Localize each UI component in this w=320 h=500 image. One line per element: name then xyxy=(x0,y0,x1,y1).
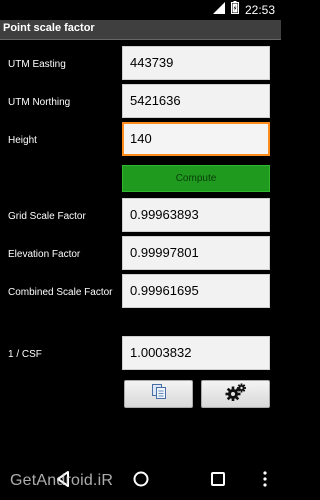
watermark: GetAndroid.iR xyxy=(10,472,114,489)
page-title: Point scale factor xyxy=(3,22,95,34)
combined-scale-factor-label: Combined Scale Factor xyxy=(8,287,113,298)
home-icon[interactable] xyxy=(132,470,150,493)
compute-button[interactable]: Compute xyxy=(122,165,270,192)
overflow-menu-icon[interactable] xyxy=(262,470,268,493)
inverse-csf-label: 1 / CSF xyxy=(8,349,42,360)
status-icons: 22:53 xyxy=(212,1,281,19)
status-bar: 22:53 xyxy=(0,0,281,20)
settings-button[interactable] xyxy=(201,380,270,408)
clock: 22:53 xyxy=(244,3,275,17)
utm-northing-input[interactable]: 5421636 xyxy=(122,84,270,118)
combined-scale-factor-value: 0.99961695 xyxy=(122,274,270,308)
grid-scale-factor-value: 0.99963893 xyxy=(122,198,270,232)
copy-button[interactable] xyxy=(124,380,193,408)
inverse-csf-value: 1.0003832 xyxy=(122,336,270,370)
grid-scale-factor-label: Grid Scale Factor xyxy=(8,211,86,222)
height-input[interactable]: 140 xyxy=(122,122,270,156)
gear-icon xyxy=(225,383,247,406)
copy-icon xyxy=(151,383,167,405)
utm-easting-input[interactable]: 443739 xyxy=(122,46,270,80)
battery-icon xyxy=(230,1,239,19)
title-bar: Point scale factor xyxy=(0,20,281,40)
elevation-factor-label: Elevation Factor xyxy=(8,249,81,260)
utm-northing-label: UTM Northing xyxy=(8,97,71,108)
utm-easting-label: UTM Easting xyxy=(8,59,66,70)
elevation-factor-value: 0.99997801 xyxy=(122,236,270,270)
signal-icon xyxy=(212,1,225,19)
height-label: Height xyxy=(8,135,37,146)
recent-apps-icon[interactable] xyxy=(210,470,226,493)
